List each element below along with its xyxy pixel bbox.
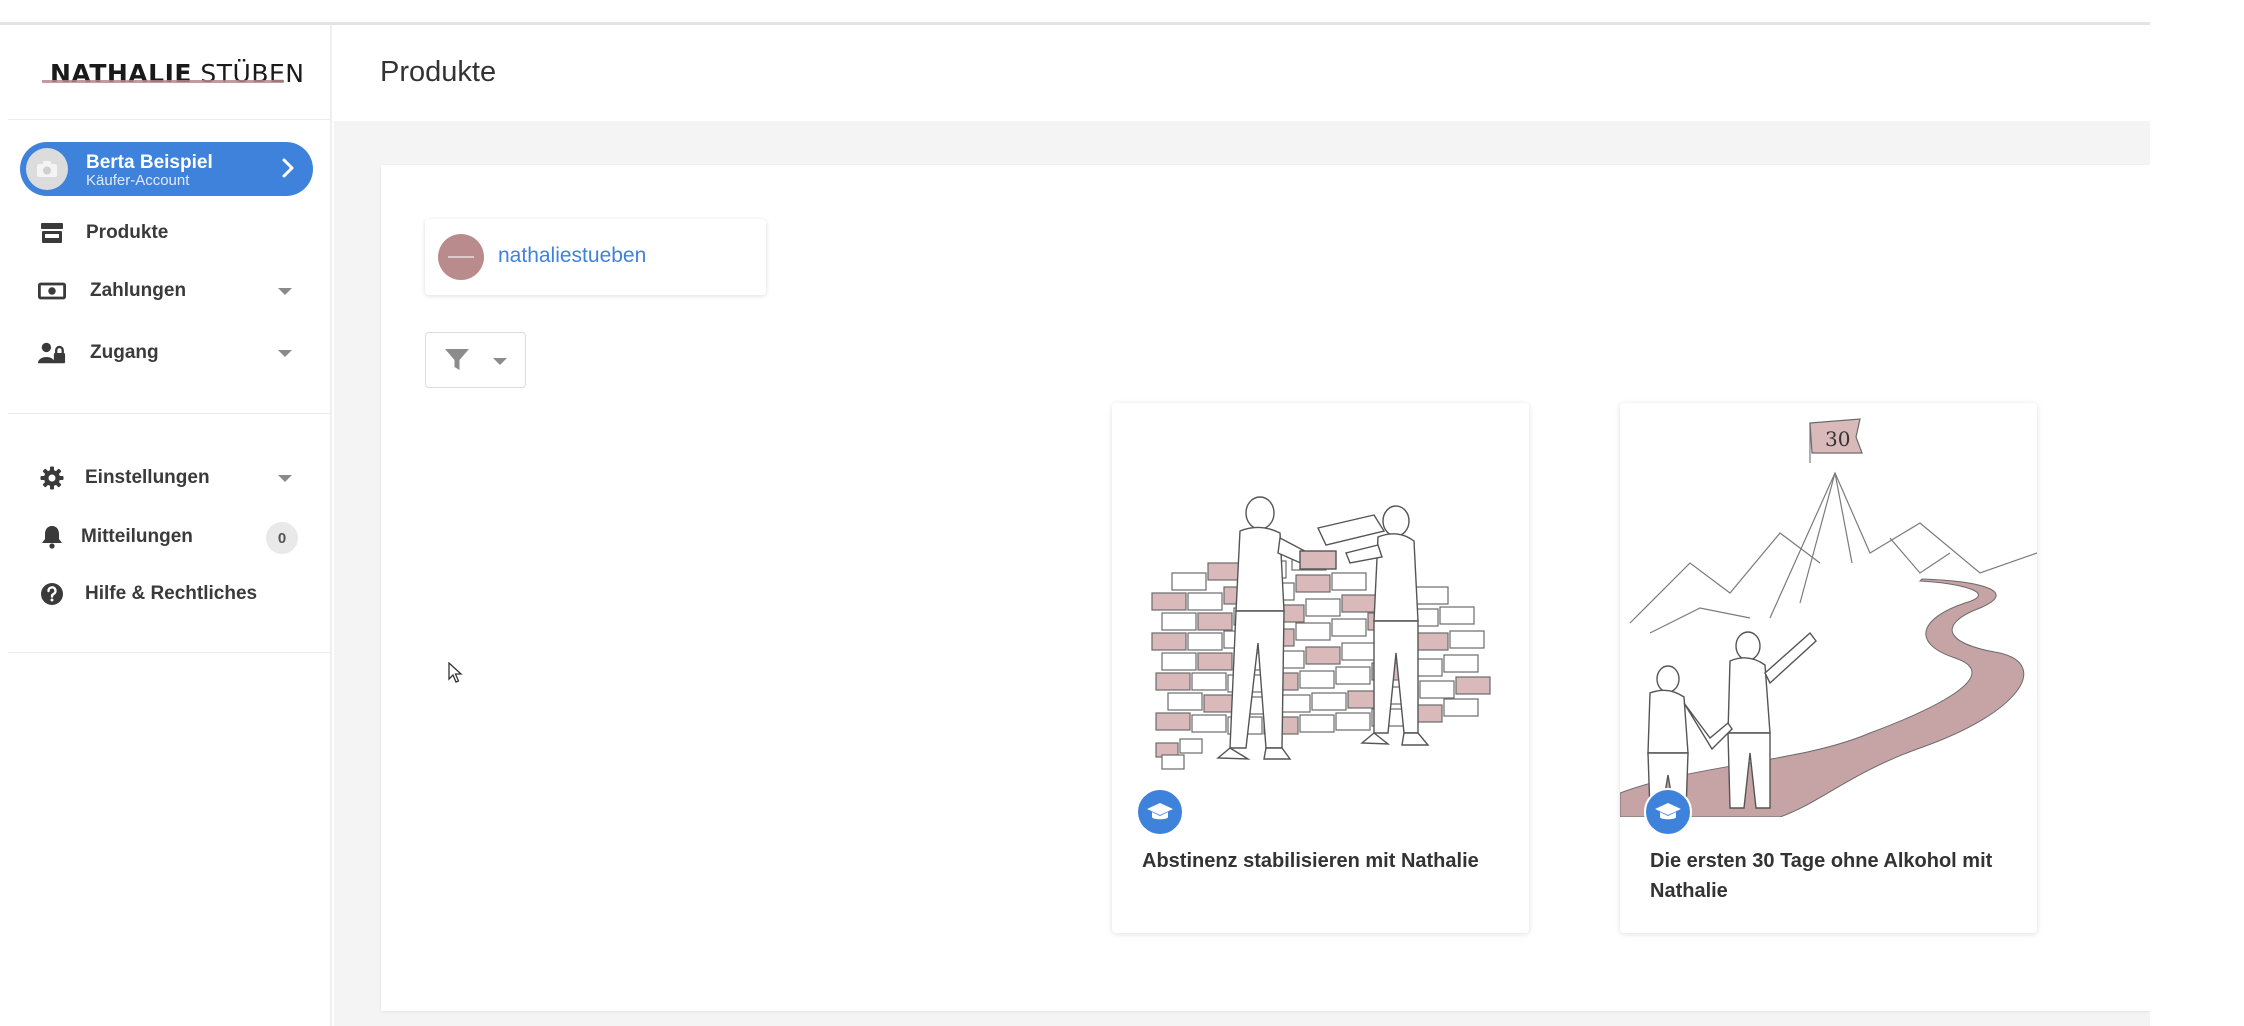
sidebar-divider bbox=[8, 413, 330, 414]
sidebar-item-einstellungen[interactable]: Einstellungen bbox=[0, 456, 330, 500]
logo-underline bbox=[42, 80, 284, 83]
sidebar-item-zahlungen[interactable]: Zahlungen bbox=[0, 269, 330, 313]
page-title: Produkte bbox=[380, 56, 497, 88]
avatar bbox=[26, 148, 68, 190]
chevron-right-icon bbox=[282, 158, 294, 178]
sidebar-item-label: Einstellungen bbox=[85, 467, 210, 488]
sidebar-item-mitteilungen[interactable]: Mitteilungen 0 bbox=[0, 515, 330, 559]
gear-icon bbox=[38, 466, 66, 490]
graduation-cap-icon bbox=[1644, 788, 1692, 836]
store-icon bbox=[38, 221, 66, 245]
graduation-cap-icon bbox=[1136, 788, 1184, 836]
sidebar-item-label: Zugang bbox=[90, 342, 159, 363]
sidebar-item-produkte[interactable]: Produkte bbox=[0, 211, 330, 255]
page-header: Produkte bbox=[334, 25, 2150, 121]
question-circle-icon bbox=[38, 582, 66, 606]
store-avatar bbox=[438, 234, 484, 280]
filter-dropdown-button[interactable] bbox=[425, 332, 526, 388]
filter-icon bbox=[445, 349, 469, 370]
brand-logo[interactable]: NATHALIE STÜBEN bbox=[50, 59, 305, 88]
sidebar: NATHALIE STÜBEN Berta Beispiel Käufer-Ac… bbox=[0, 25, 332, 1026]
money-bill-icon bbox=[38, 279, 66, 303]
app-frame: NATHALIE STÜBEN Berta Beispiel Käufer-Ac… bbox=[0, 0, 2150, 1026]
chevron-down-icon bbox=[278, 475, 292, 482]
bell-icon bbox=[38, 525, 66, 549]
logo-bold-text: NATHALIE bbox=[50, 59, 192, 88]
mouse-cursor-icon bbox=[448, 662, 463, 683]
sidebar-item-label: Mitteilungen bbox=[81, 526, 193, 547]
product-title: Die ersten 30 Tage ohne Alkohol mit Nath… bbox=[1650, 850, 1993, 902]
logo-light-text: STÜBEN bbox=[200, 59, 305, 88]
user-lock-icon bbox=[38, 341, 66, 365]
chevron-down-icon bbox=[278, 350, 292, 357]
sidebar-item-label: Zahlungen bbox=[90, 280, 187, 301]
user-name: Berta Beispiel bbox=[86, 152, 213, 173]
sidebar-divider bbox=[8, 652, 330, 653]
user-role: Käufer-Account bbox=[86, 172, 190, 189]
chevron-down-icon bbox=[493, 358, 507, 365]
notification-count-badge: 0 bbox=[266, 522, 298, 554]
product-illustration-wall bbox=[1112, 403, 1529, 817]
sidebar-item-label: Hilfe & Rechtliches bbox=[85, 583, 258, 604]
store-name-link[interactable]: nathaliestueben bbox=[498, 244, 646, 268]
product-card[interactable]: Abstinenz stabilisieren mit Nathalie bbox=[1112, 403, 1529, 933]
camera-icon bbox=[37, 161, 57, 177]
store-filter-chip[interactable]: nathaliestueben bbox=[425, 219, 766, 295]
flag-number: 30 bbox=[1825, 427, 1850, 451]
sidebar-divider bbox=[8, 119, 330, 120]
sidebar-item-label: Produkte bbox=[86, 222, 169, 243]
sidebar-item-zugang[interactable]: Zugang bbox=[0, 331, 330, 375]
sidebar-item-hilfe[interactable]: Hilfe & Rechtliches bbox=[0, 572, 330, 616]
user-account-button[interactable]: Berta Beispiel Käufer-Account bbox=[20, 142, 313, 196]
product-illustration-mountain: 30 bbox=[1620, 403, 2037, 817]
chevron-down-icon bbox=[278, 288, 292, 295]
product-card[interactable]: 30 Die ersten 30 Tage ohne Alkohol mit N… bbox=[1620, 403, 2037, 933]
product-title: Abstinenz stabilisieren mit Nathalie bbox=[1142, 850, 1479, 872]
